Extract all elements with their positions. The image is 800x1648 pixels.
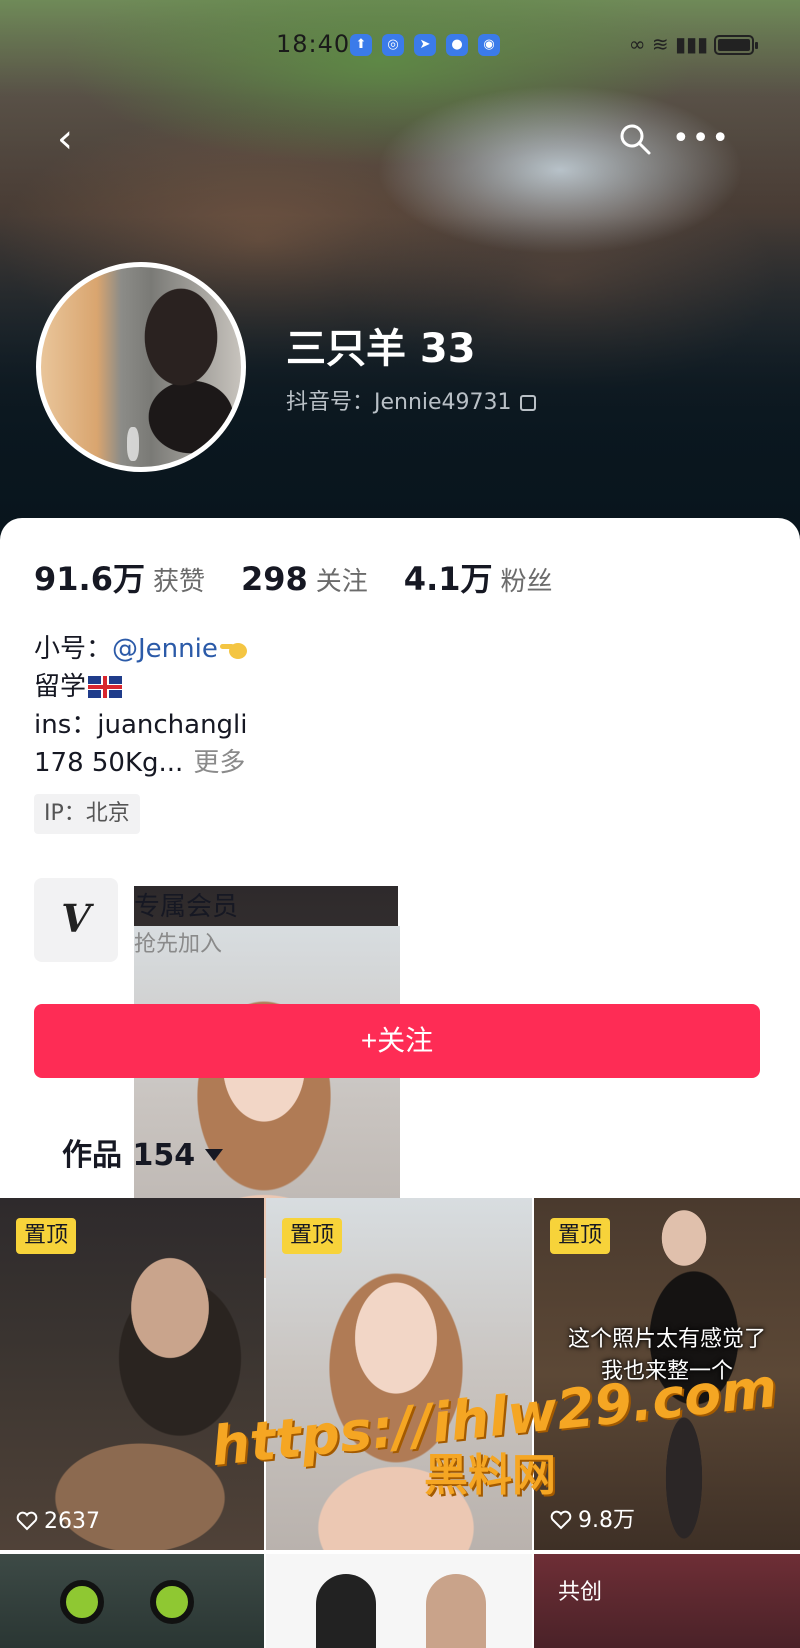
profile-page: 18:40 ⬆ ◎ ➤ ● ◉ ∞ ≋ ▮▮▮ ‹ ••• 三只羊 33 抖音号…	[0, 0, 800, 1648]
video-caption: 这个照片太有感觉了 我也来整一个	[534, 1324, 800, 1388]
stat-label: 获赞	[152, 567, 205, 597]
avatar[interactable]	[36, 262, 246, 472]
works-tab[interactable]: 作品 154	[62, 1130, 224, 1174]
profile-stats: 91.6万 获赞 298 关注 4.1万 粉丝	[34, 554, 589, 598]
app-notification-icon: ◎	[382, 34, 404, 56]
stat-value: 91.6万	[34, 560, 145, 598]
profile-name: 三只羊 33	[286, 326, 476, 372]
cartoon-eye	[60, 1580, 104, 1624]
bio-line: ins：juanchangli	[34, 710, 248, 740]
video-tile[interactable]: 置顶	[266, 1198, 532, 1550]
bio-text: 留学	[34, 672, 87, 702]
avatar-glass-detail	[127, 427, 139, 461]
works-label: 作品 154	[62, 1138, 196, 1173]
uk-flag-icon	[88, 676, 123, 698]
search-icon[interactable]	[612, 116, 658, 162]
bio-more-link[interactable]: 更多	[193, 748, 245, 778]
like-count-value: 9.8万	[578, 1508, 635, 1533]
bio-line: 178 50Kg... 更多	[34, 744, 248, 782]
douyin-id-text: 抖音号：Jennie49731	[286, 390, 512, 415]
copy-icon[interactable]	[519, 395, 536, 411]
douyin-id[interactable]: 抖音号：Jennie49731	[286, 384, 536, 416]
bio-line: 留学	[34, 668, 248, 706]
status-time: 18:40	[276, 30, 351, 58]
like-count: 9.8万	[550, 1502, 635, 1534]
status-bar: 18:40 ⬆ ◎ ➤ ● ◉ ∞ ≋ ▮▮▮	[0, 30, 800, 60]
person-figure	[316, 1574, 376, 1648]
caption-line: 这个照片太有感觉了	[567, 1327, 766, 1352]
app-notification-icon: ⬆	[350, 34, 372, 56]
browser-icon: ◉	[478, 34, 500, 56]
bio-prefix: 小号：	[34, 634, 113, 664]
membership-entry[interactable]: V 专属会员 抢先加入	[34, 878, 634, 1278]
caret-down-icon	[205, 1149, 224, 1161]
bio-line: 小号：@Jennie	[34, 630, 248, 668]
heart-icon	[550, 1510, 572, 1530]
stat-value: 298	[240, 560, 308, 598]
ip-location-badge: IP：北京	[34, 794, 140, 834]
video-tile[interactable]	[0, 1554, 264, 1648]
caption-line: 我也来整一个	[600, 1359, 733, 1384]
video-tile[interactable]: 共创	[534, 1554, 800, 1648]
pinned-badge: 置顶	[550, 1218, 611, 1254]
membership-icon-letter: V	[61, 896, 91, 941]
bio: 小号：@Jennie 留学 ins：juanchangli 178 50Kg..…	[34, 630, 248, 782]
cartoon-eye	[150, 1580, 194, 1624]
cover-image: 18:40 ⬆ ◎ ➤ ● ◉ ∞ ≋ ▮▮▮ ‹ ••• 三只羊 33 抖音号…	[0, 0, 800, 540]
video-tile[interactable]	[266, 1554, 532, 1648]
pinned-badge: 置顶	[16, 1218, 77, 1254]
mention-link[interactable]: @Jennie	[112, 634, 218, 664]
membership-v-icon: V	[34, 878, 118, 962]
like-count: 2637	[16, 1509, 100, 1534]
stat-value: 4.1万	[403, 560, 493, 598]
follow-button[interactable]: +关注	[34, 1004, 760, 1078]
battery-icon	[714, 35, 758, 55]
pinned-badge: 置顶	[282, 1218, 343, 1254]
video-tile[interactable]: 置顶 这个照片太有感觉了 我也来整一个 9.8万	[534, 1198, 800, 1550]
stat-label: 关注	[315, 567, 368, 597]
pointing-hand-emoji-icon	[219, 643, 247, 659]
stat-likes[interactable]: 91.6万 获赞	[34, 554, 205, 600]
telegram-icon: ➤	[414, 34, 436, 56]
bio-text: 178 50Kg...	[34, 748, 184, 778]
stat-followers[interactable]: 4.1万 粉丝	[404, 554, 553, 600]
stat-following[interactable]: 298 关注	[241, 560, 368, 598]
person-figure	[426, 1574, 486, 1648]
collab-tag: 共创	[558, 1580, 603, 1605]
like-count-value: 2637	[44, 1509, 100, 1534]
more-options-icon[interactable]: •••	[672, 116, 729, 162]
back-chevron-icon[interactable]: ‹	[42, 116, 88, 162]
message-icon: ●	[446, 34, 468, 56]
signal-wifi-icon: ∞ ≋ ▮▮▮	[628, 32, 708, 56]
stat-label: 粉丝	[500, 567, 553, 597]
video-tile[interactable]: 置顶 2637	[0, 1198, 264, 1550]
heart-icon	[16, 1511, 38, 1531]
